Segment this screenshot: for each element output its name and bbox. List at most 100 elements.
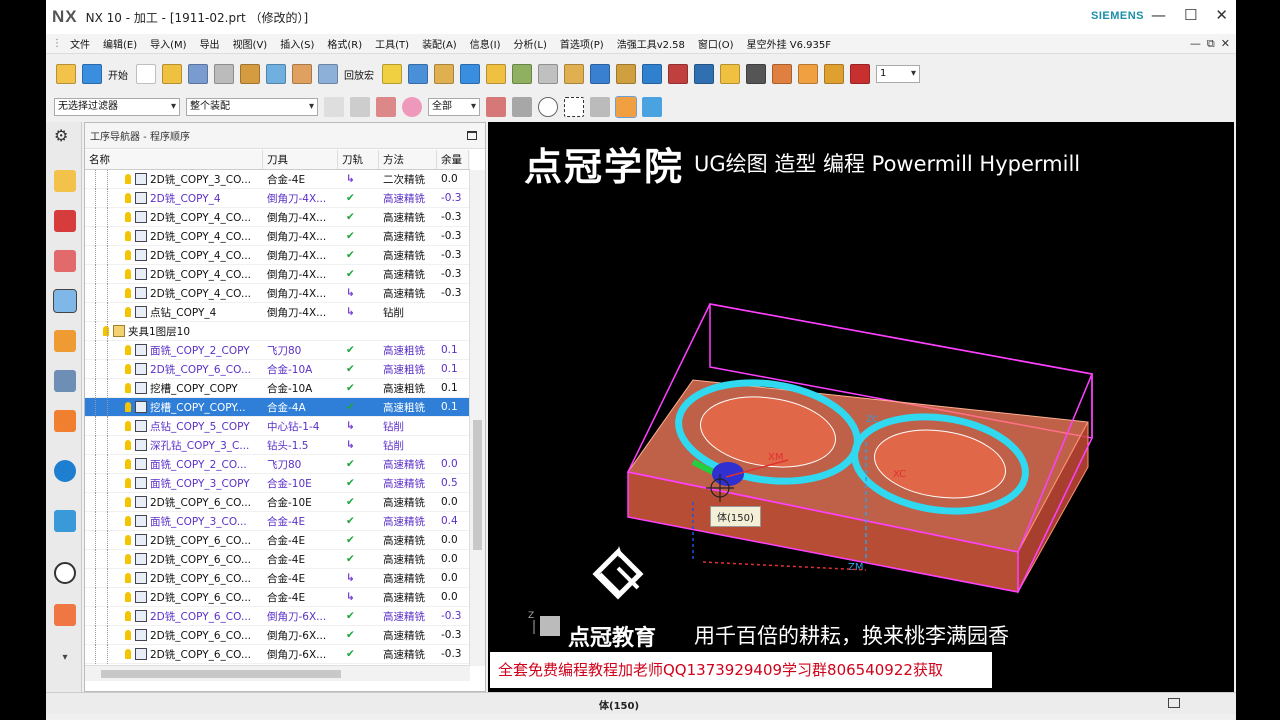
shopdoc-icon[interactable] bbox=[564, 64, 584, 84]
hd3d-tools-icon[interactable] bbox=[54, 460, 76, 482]
menu-item[interactable]: 导入(M) bbox=[150, 36, 186, 51]
start-menu-label[interactable]: 开始 bbox=[108, 67, 128, 82]
save-icon[interactable] bbox=[668, 64, 688, 84]
program-icon[interactable] bbox=[318, 64, 338, 84]
operation-row[interactable]: 2D铣_COPY_4_CO... 倒角刀-4X... ↳ 高速精铣 -0.3 bbox=[85, 283, 470, 303]
machine-tool-navigator-icon[interactable] bbox=[54, 330, 76, 352]
column-header-cell[interactable]: 方法 bbox=[379, 150, 437, 169]
menu-item[interactable]: 插入(S) bbox=[280, 36, 314, 51]
menu-item[interactable]: 工具(T) bbox=[375, 36, 409, 51]
menu-item[interactable]: 视图(V) bbox=[233, 36, 268, 51]
operation-row[interactable]: 面铣_COPY_3_CO... 合金-4E ✔ 高速精铣 0.4 bbox=[85, 511, 470, 531]
reuse-library-icon[interactable] bbox=[54, 410, 76, 432]
verify-icon[interactable] bbox=[486, 64, 506, 84]
operation-row[interactable]: 面铣_COPY_3_COPY 合金-10E ✔ 高速精铣 0.5 bbox=[85, 473, 470, 493]
operation-row[interactable]: 2D铣_COPY_6_CO... 合金-10E ✔ 高速精铣 0.0 bbox=[85, 492, 470, 512]
operation-row[interactable]: 2D铣_COPY_6_CO... 合金-4E ↳ 高速精铣 0.0 bbox=[85, 587, 470, 607]
minimize-button[interactable]: — bbox=[1151, 6, 1166, 24]
scroll-thumb[interactable] bbox=[101, 670, 341, 678]
snap-grid-icon[interactable] bbox=[512, 97, 532, 117]
menu-item[interactable]: 导出 bbox=[200, 36, 220, 51]
settings-gear-icon[interactable]: ⚙ bbox=[54, 126, 76, 148]
operation-row[interactable]: 2D铣_COPY_6_CO... 倒角刀-6X... ✔ 高速精铣 -0.3 bbox=[85, 625, 470, 645]
operation-row[interactable]: 2D铣_COPY_6_CO... 倒角刀-6X... ✔ 高速精铣 -0.3 bbox=[85, 606, 470, 626]
operation-row[interactable]: 2D铣_COPY_4 倒角刀-4X... ✔ 高速精铣 -0.3 bbox=[85, 188, 470, 208]
menu-item[interactable]: 浩强工具v2.58 bbox=[617, 36, 685, 51]
view-solid-icon[interactable] bbox=[642, 97, 662, 117]
menu-item[interactable]: 分析(L) bbox=[513, 36, 546, 51]
feature-icon[interactable] bbox=[694, 64, 714, 84]
operation-row[interactable]: 2D铣_COPY_6_CO... 合金-4E ✔ 高速精铣 0.0 bbox=[85, 530, 470, 550]
fullscreen-icon[interactable] bbox=[1168, 698, 1180, 708]
component-icon[interactable] bbox=[850, 64, 870, 84]
mcs-icon[interactable] bbox=[292, 64, 312, 84]
point-icon[interactable] bbox=[746, 64, 766, 84]
operation-row[interactable]: 2D铣_COPY_4_CO... 倒角刀-4X... ✔ 高速精铣 -0.3 bbox=[85, 226, 470, 246]
filter-icon[interactable] bbox=[350, 97, 370, 117]
workpiece-view-icon[interactable] bbox=[616, 64, 636, 84]
doc-close-button[interactable]: ✕ bbox=[1221, 37, 1230, 51]
create-op-icon[interactable] bbox=[434, 64, 454, 84]
workpiece-icon[interactable] bbox=[240, 64, 260, 84]
operation-row[interactable]: 2D铣_COPY_6_CO... 合金-4E ✔ 高速精铣 0.0 bbox=[85, 549, 470, 569]
maximize-panel-icon[interactable] bbox=[467, 131, 477, 140]
snap-icon[interactable] bbox=[324, 97, 344, 117]
layer-icon[interactable] bbox=[188, 64, 208, 84]
operation-navigator-icon[interactable] bbox=[53, 289, 77, 313]
assembly-icon[interactable] bbox=[824, 64, 844, 84]
close-button[interactable]: ✕ bbox=[1215, 6, 1228, 24]
column-header-cell[interactable]: 刀轨 bbox=[338, 150, 379, 169]
menu-item[interactable]: 信息(I) bbox=[470, 36, 501, 51]
scroll-down-icon[interactable]: ▾ bbox=[54, 652, 76, 674]
operation-row[interactable]: 挖槽_COPY_COPY... 合金-4A ✔ 高速粗铣 0.1 bbox=[85, 397, 470, 417]
menu-item[interactable]: 文件 bbox=[70, 36, 90, 51]
new-file-icon[interactable] bbox=[136, 64, 156, 84]
operation-row[interactable]: 挖槽_COPY_COPY 合金-10A ✔ 高速粗铣 0.1 bbox=[85, 378, 470, 398]
operation-row[interactable]: 2D铣_COPY_4_CO... 倒角刀-4X... ✔ 高速精铣 -0.3 bbox=[85, 207, 470, 227]
open-folder-icon[interactable] bbox=[162, 64, 182, 84]
polygon-select-icon[interactable] bbox=[538, 97, 558, 117]
method-icon[interactable] bbox=[408, 64, 428, 84]
operation-row[interactable]: 夹具1图层10 bbox=[85, 321, 470, 341]
horizontal-scrollbar[interactable] bbox=[85, 665, 470, 681]
operation-row[interactable]: 面铣_COPY_2_COPY 飞刀80 ✔ 高速粗铣 0.1 bbox=[85, 340, 470, 360]
column-header-cell[interactable]: 刀具 bbox=[263, 150, 338, 169]
generate-icon[interactable] bbox=[460, 64, 480, 84]
view-shaded-icon[interactable] bbox=[590, 97, 610, 117]
machining-feature-icon[interactable] bbox=[54, 370, 76, 392]
operation-row[interactable]: 点钻_COPY_5_COPY 中心钻-1-4 ↳ 钻削 bbox=[85, 416, 470, 436]
print-icon[interactable] bbox=[214, 64, 234, 84]
postprocess-icon[interactable] bbox=[538, 64, 558, 84]
start-icon[interactable] bbox=[82, 64, 102, 84]
maximize-button[interactable]: ☐ bbox=[1184, 6, 1197, 24]
operation-row[interactable]: 2D铣_COPY_4_CO... 倒角刀-4X... ✔ 高速精铣 -0.3 bbox=[85, 264, 470, 284]
operation-row[interactable]: 2D铣_COPY_4_CO... 倒角刀-4X... ✔ 高速精铣 -0.3 bbox=[85, 245, 470, 265]
ipw-icon[interactable] bbox=[642, 64, 662, 84]
geometry-icon[interactable] bbox=[266, 64, 286, 84]
vertical-scrollbar[interactable] bbox=[469, 170, 485, 666]
menu-item[interactable]: 星空外挂 V6.935F bbox=[747, 36, 831, 51]
toolpath-list-icon[interactable] bbox=[590, 64, 610, 84]
wcs-icon[interactable] bbox=[772, 64, 792, 84]
graphics-viewport[interactable]: 点冠学院 UG绘图 造型 编程 Powermill Hypermill XM X… bbox=[488, 122, 1234, 692]
simulate-icon[interactable] bbox=[512, 64, 532, 84]
web-browser-icon[interactable] bbox=[54, 510, 76, 532]
tool-icon[interactable] bbox=[382, 64, 402, 84]
rectangle-select-icon[interactable] bbox=[564, 97, 584, 117]
work-layer-dropdown[interactable]: 1 bbox=[876, 65, 920, 83]
help-icon[interactable] bbox=[56, 64, 76, 84]
constraint-navigator-icon[interactable] bbox=[54, 210, 76, 232]
menu-item[interactable]: 首选项(P) bbox=[560, 36, 604, 51]
operation-row[interactable]: 2D铣_COPY_6_CO... 倒角刀-6X... ✔ 高速精铣 -0.3 bbox=[85, 644, 470, 664]
type-filter-dropdown[interactable]: 全部 bbox=[428, 98, 480, 116]
operation-row[interactable]: 2D铣_COPY_3_CO... 合金-4E ↳ 二次精铣 0.0 bbox=[85, 170, 470, 189]
operation-row[interactable]: 点钻_COPY_4 倒角刀-4X... ↳ 钻削 bbox=[85, 302, 470, 322]
column-header-cell[interactable]: 名称 bbox=[85, 150, 263, 169]
assembly-navigator-icon[interactable] bbox=[54, 170, 76, 192]
scroll-thumb[interactable] bbox=[473, 420, 482, 550]
measure-icon[interactable] bbox=[720, 64, 740, 84]
menu-item[interactable]: 装配(A) bbox=[422, 36, 457, 51]
part-navigator-icon[interactable] bbox=[54, 250, 76, 272]
point-icon[interactable] bbox=[376, 97, 396, 117]
operation-row[interactable]: 面铣_COPY_2_CO... 飞刀80 ✔ 高速精铣 0.0 bbox=[85, 454, 470, 474]
